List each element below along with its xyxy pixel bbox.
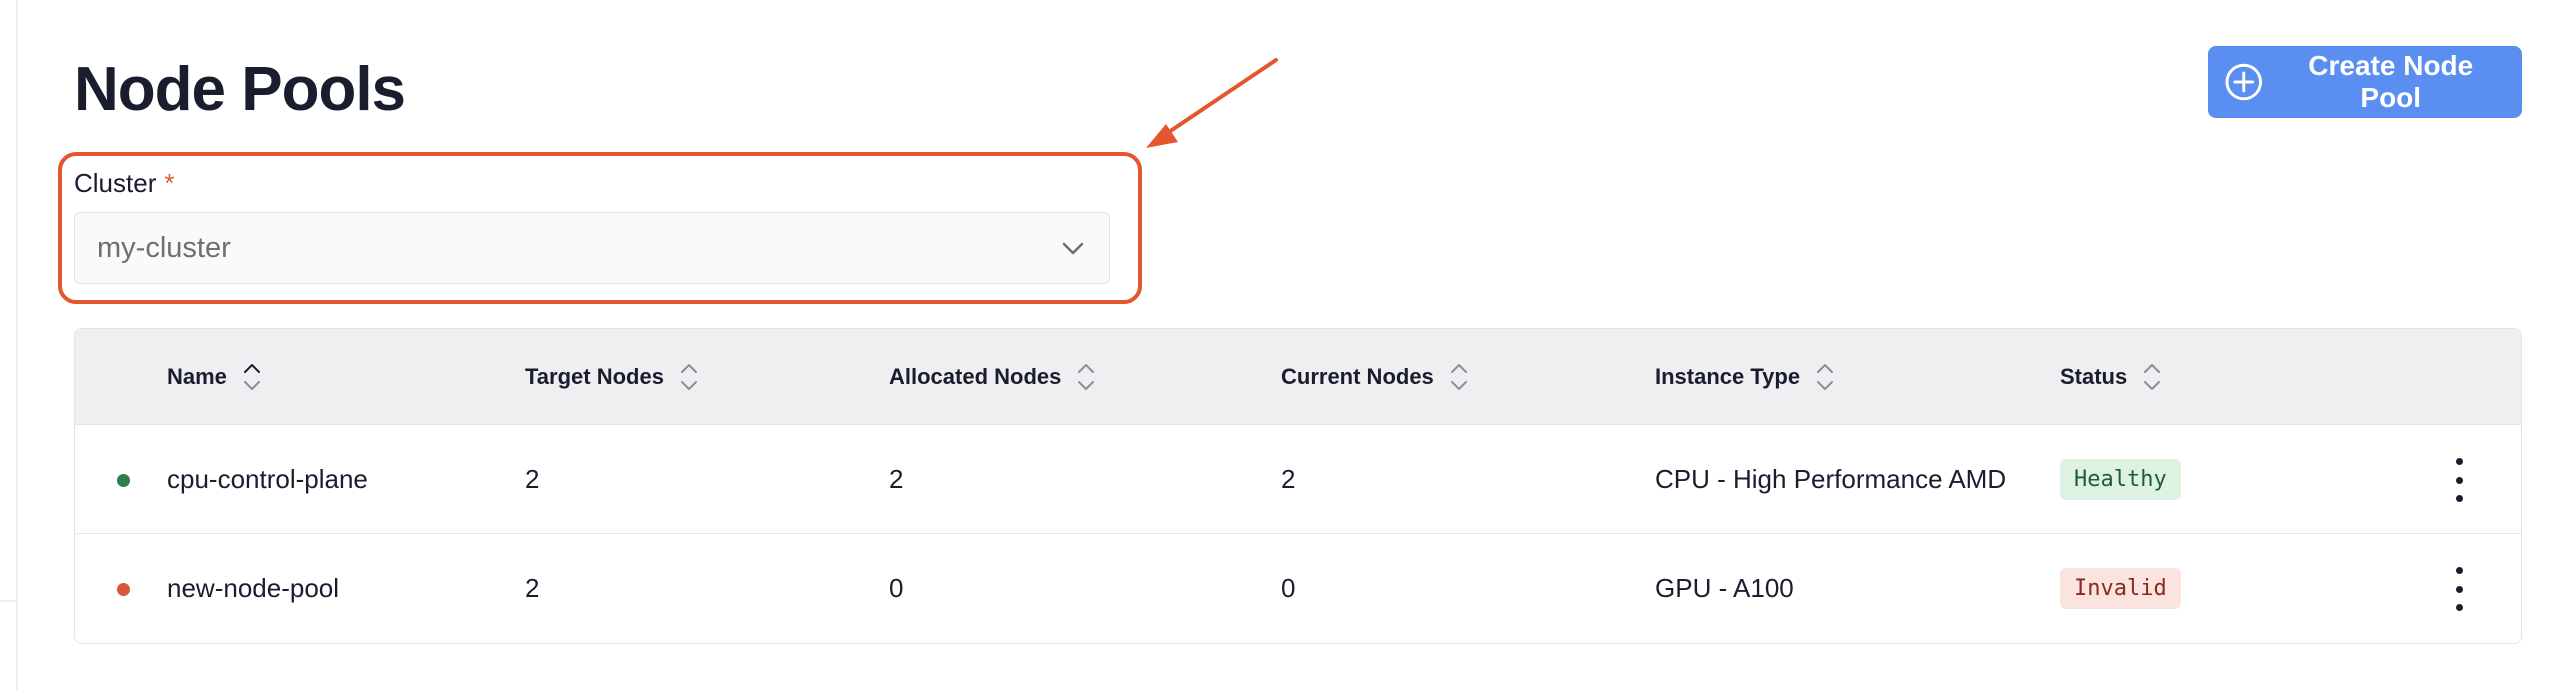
kebab-menu-icon[interactable] [2449, 567, 2469, 611]
cell-target-nodes: 2 [525, 573, 540, 603]
cell-allocated-nodes: 0 [889, 573, 904, 603]
cell-status: Invalid [2060, 534, 2181, 643]
column-label: Instance Type [1655, 364, 1801, 389]
sidebar-divider [16, 0, 18, 690]
table-row[interactable]: new-node-pool 2 0 0 GPU - A100 Invalid [75, 534, 2521, 643]
status-badge: Healthy [2060, 459, 2181, 500]
sort-icon [243, 364, 260, 390]
kebab-menu-icon[interactable] [2449, 458, 2469, 502]
chevron-down-icon [1062, 242, 1084, 255]
column-header-name[interactable]: Name [167, 329, 263, 425]
column-header-instance-type[interactable]: Instance Type [1655, 329, 1836, 425]
sort-icon [680, 364, 697, 390]
cell-allocated-nodes: 2 [889, 464, 904, 494]
sort-icon [1078, 364, 1095, 390]
table-row[interactable]: cpu-control-plane 2 2 2 CPU - High Perfo… [75, 425, 2521, 534]
table-header: Name Target Nodes Allocated Nodes Curren… [75, 329, 2521, 425]
column-header-allocated-nodes[interactable]: Allocated Nodes [889, 329, 1097, 425]
column-header-status[interactable]: Status [2060, 329, 2163, 425]
cell-status: Healthy [2060, 425, 2181, 534]
cluster-select[interactable]: my-cluster [74, 212, 1110, 284]
create-node-pool-button[interactable]: Create Node Pool [2208, 46, 2522, 118]
cell-instance-type: GPU - A100 [1655, 573, 1794, 603]
cell-name: new-node-pool [167, 573, 340, 603]
status-dot [117, 474, 130, 487]
sort-icon [2144, 364, 2161, 390]
plus-circle-icon [2225, 63, 2263, 101]
sidebar-divider-tick [0, 600, 16, 602]
status-badge: Invalid [2060, 568, 2181, 609]
cell-instance-type: CPU - High Performance AMD [1655, 464, 2007, 494]
sort-icon [1817, 364, 1834, 390]
column-label: Current Nodes [1281, 364, 1434, 389]
page-title: Node Pools [74, 55, 406, 124]
cluster-field-label: Cluster * [74, 168, 174, 199]
create-node-pool-label: Create Node Pool [2308, 50, 2474, 113]
column-header-current-nodes[interactable]: Current Nodes [1281, 329, 1470, 425]
required-marker: * [164, 168, 175, 198]
sort-icon [1450, 364, 1467, 390]
cell-target-nodes: 2 [525, 464, 540, 494]
node-pools-table: Name Target Nodes Allocated Nodes Curren… [74, 328, 2522, 644]
cluster-select-value: my-cluster [97, 231, 231, 264]
cell-current-nodes: 0 [1281, 573, 1296, 603]
column-label: Status [2060, 364, 2128, 389]
node-pools-page: Node Pools Create Node Pool Cluster * my-… [0, 0, 2552, 690]
column-label: Target Nodes [525, 364, 664, 389]
cell-name: cpu-control-plane [167, 464, 368, 494]
column-header-target-nodes[interactable]: Target Nodes [525, 329, 700, 425]
column-label: Allocated Nodes [889, 364, 1062, 389]
column-label: Name [167, 364, 227, 389]
cluster-label-text: Cluster [74, 168, 157, 198]
cell-current-nodes: 2 [1281, 464, 1296, 494]
status-dot [117, 583, 130, 596]
